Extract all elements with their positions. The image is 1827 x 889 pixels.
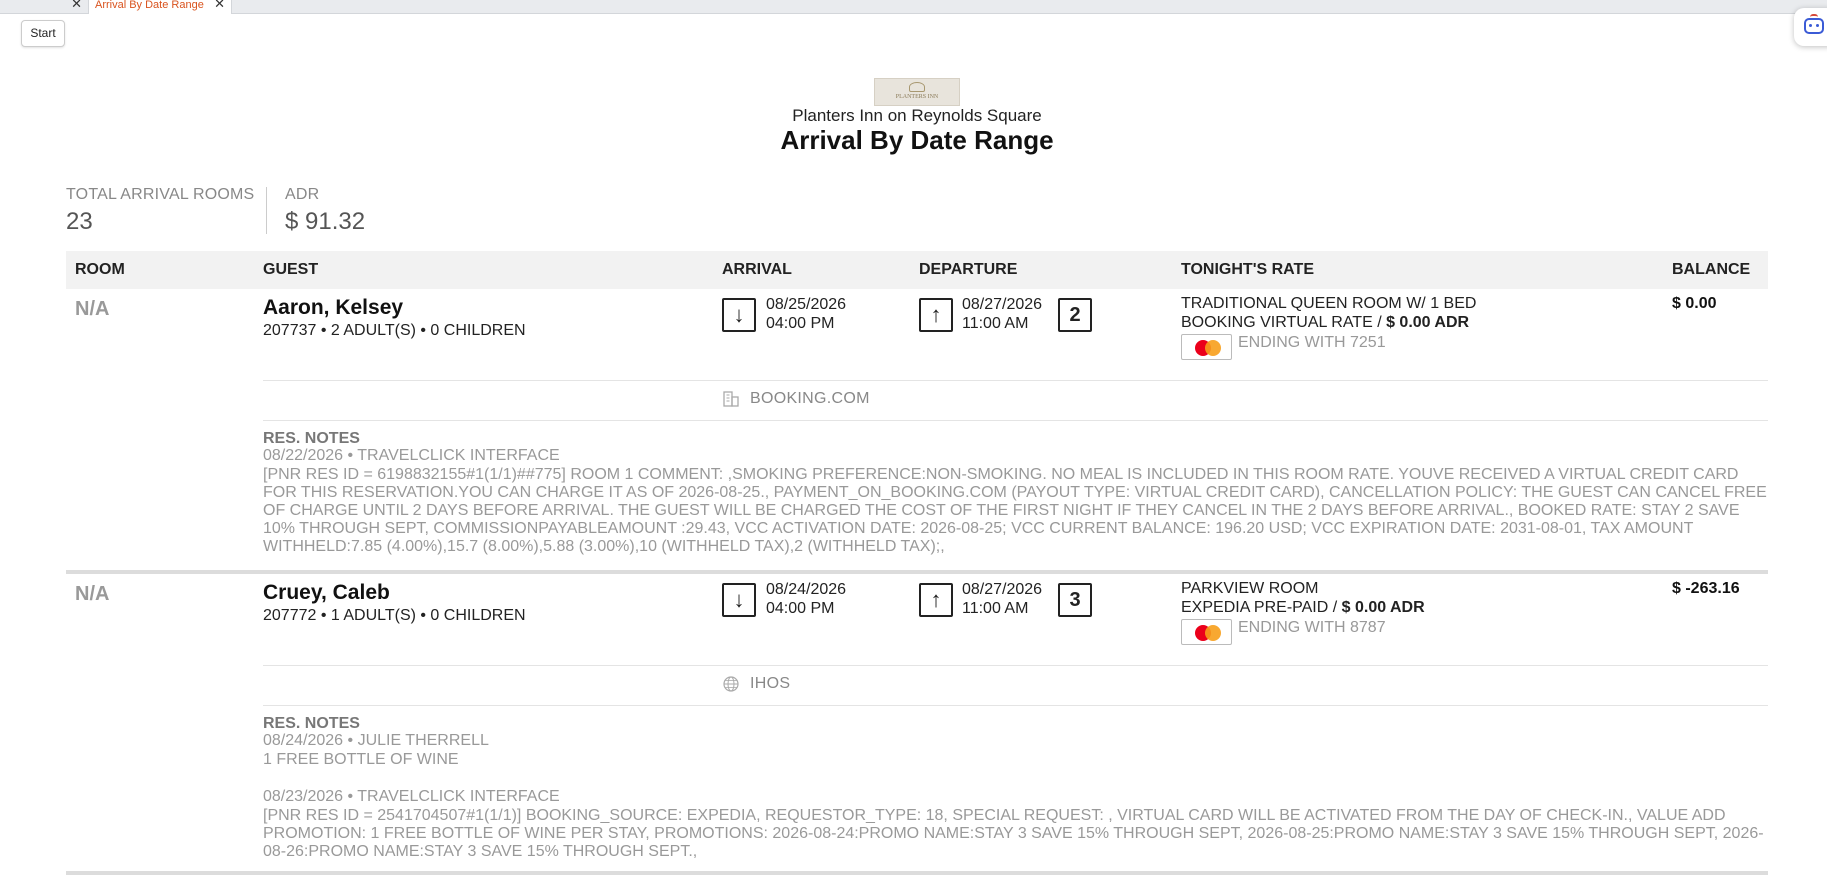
note-meta: 08/24/2026 • JULIE THERRELL <box>263 732 489 749</box>
balance: $ -263.16 <box>1672 580 1740 597</box>
card-ending: ENDING WITH 8787 <box>1238 619 1386 636</box>
column-header-balance[interactable]: BALANCE <box>1672 261 1750 279</box>
arrival-arrow-icon: ↓ <box>722 583 756 617</box>
logo-mark-icon <box>909 82 925 92</box>
rate-plan: BOOKING VIRTUAL RATE / $ 0.00 ADR <box>1181 314 1469 332</box>
guest-details: 207737 • 2 ADULT(S) • 0 CHILDREN <box>263 322 526 339</box>
nights-count: 3 <box>1058 583 1092 617</box>
rate-plan: EXPEDIA PRE-PAID / $ 0.00 ADR <box>1181 599 1425 617</box>
column-header-departure[interactable]: DEPARTURE <box>919 261 1017 279</box>
rate-adr: $ 0.00 ADR <box>1341 599 1425 616</box>
guest-name[interactable]: Cruey, Caleb <box>263 581 390 605</box>
globe-icon <box>723 676 739 692</box>
start-button[interactable]: Start <box>21 20 65 47</box>
arrival-time: 04:00 PM <box>766 315 835 332</box>
column-header-rate[interactable]: TONIGHT'S RATE <box>1181 261 1314 279</box>
table-row[interactable]: N/A Aaron, Kelsey 207737 • 2 ADULT(S) • … <box>66 290 1768 570</box>
stat-value: $ 91.32 <box>285 208 366 235</box>
divider <box>263 705 1768 706</box>
tab-arrival-label: Arrival By Date Range <box>95 0 204 11</box>
room-type: TRADITIONAL QUEEN ROOM W/ 1 BED <box>1181 295 1477 312</box>
card-ending: ENDING WITH 7251 <box>1238 334 1386 351</box>
hotel-name: Planters Inn on Reynolds Square <box>792 106 1042 125</box>
tab-previous[interactable]: ✕ <box>0 0 88 14</box>
stat-label: ADR <box>285 186 320 203</box>
arrival-arrow-icon: ↓ <box>722 298 756 332</box>
departure-time: 11:00 AM <box>962 600 1029 617</box>
departure-date: 08/27/2026 <box>962 581 1043 598</box>
divider <box>263 420 1768 421</box>
building-icon <box>723 391 739 407</box>
balance: $ 0.00 <box>1672 295 1717 312</box>
row-separator <box>66 570 1768 574</box>
column-header-arrival[interactable]: ARRIVAL <box>722 261 792 279</box>
assistant-widget[interactable] <box>1794 8 1827 46</box>
page-title: Arrival By Date Range <box>780 125 1054 155</box>
note-meta: 08/23/2026 • TRAVELCLICK INTERFACE <box>263 788 560 805</box>
departure-time: 11:00 AM <box>962 315 1029 332</box>
guest-name[interactable]: Aaron, Kelsey <box>263 296 403 320</box>
rate-adr: $ 0.00 ADR <box>1386 314 1470 331</box>
guest-details: 207772 • 1 ADULT(S) • 0 CHILDREN <box>263 607 526 624</box>
divider <box>263 380 1768 381</box>
departure-date: 08/27/2026 <box>962 296 1043 313</box>
room-number: N/A <box>75 583 110 605</box>
booking-source: IHOS <box>750 675 791 692</box>
res-notes-heading: RES. NOTES <box>263 430 360 447</box>
hotel-logo: PLANTERS INN <box>874 78 960 106</box>
departure-arrow-icon: ↑ <box>919 298 953 332</box>
stat-label: TOTAL ARRIVAL ROOMS <box>66 186 255 203</box>
tab-strip: ✕ Arrival By Date Range ✕ <box>0 0 1827 14</box>
rate-plan-name: BOOKING VIRTUAL RATE / <box>1181 314 1387 331</box>
room-type: PARKVIEW ROOM <box>1181 580 1319 597</box>
stat-value: 23 <box>66 208 93 235</box>
note-text: [PNR RES ID = 2541704507#1(1/1)] BOOKING… <box>263 807 1764 860</box>
row-separator <box>66 871 1768 875</box>
res-notes-heading: RES. NOTES <box>263 715 360 732</box>
logo-text: PLANTERS INN <box>895 94 939 100</box>
close-icon[interactable]: ✕ <box>214 0 225 10</box>
note-meta: 08/22/2026 • TRAVELCLICK INTERFACE <box>263 447 560 464</box>
column-header-guest[interactable]: GUEST <box>263 261 318 279</box>
tab-arrival-by-date-range[interactable]: Arrival By Date Range ✕ <box>88 0 232 14</box>
arrival-date: 08/24/2026 <box>766 581 847 598</box>
mastercard-icon <box>1181 334 1232 360</box>
table-row[interactable]: N/A Cruey, Caleb 207772 • 1 ADULT(S) • 0… <box>66 575 1768 875</box>
nights-count: 2 <box>1058 298 1092 332</box>
robot-icon <box>1804 14 1824 34</box>
booking-source: BOOKING.COM <box>750 390 870 407</box>
close-icon[interactable]: ✕ <box>71 0 82 10</box>
table-header: ROOM GUEST ARRIVAL DEPARTURE TONIGHT'S R… <box>66 251 1768 289</box>
room-number: N/A <box>75 298 110 320</box>
mastercard-icon <box>1181 619 1232 645</box>
arrival-time: 04:00 PM <box>766 600 835 617</box>
divider <box>263 665 1768 666</box>
rate-plan-name: EXPEDIA PRE-PAID / <box>1181 599 1342 616</box>
stat-total-arrival-rooms: TOTAL ARRIVAL ROOMS 23 <box>66 186 254 236</box>
arrival-date: 08/25/2026 <box>766 296 847 313</box>
note-text: [PNR RES ID = 6198832155#1(1/1)##775] RO… <box>263 466 1767 555</box>
stat-divider <box>266 187 267 234</box>
stat-adr: ADR $ 91.32 <box>285 186 365 236</box>
column-header-room[interactable]: ROOM <box>75 261 125 279</box>
note-text: 1 FREE BOTTLE OF WINE <box>263 751 459 768</box>
departure-arrow-icon: ↑ <box>919 583 953 617</box>
